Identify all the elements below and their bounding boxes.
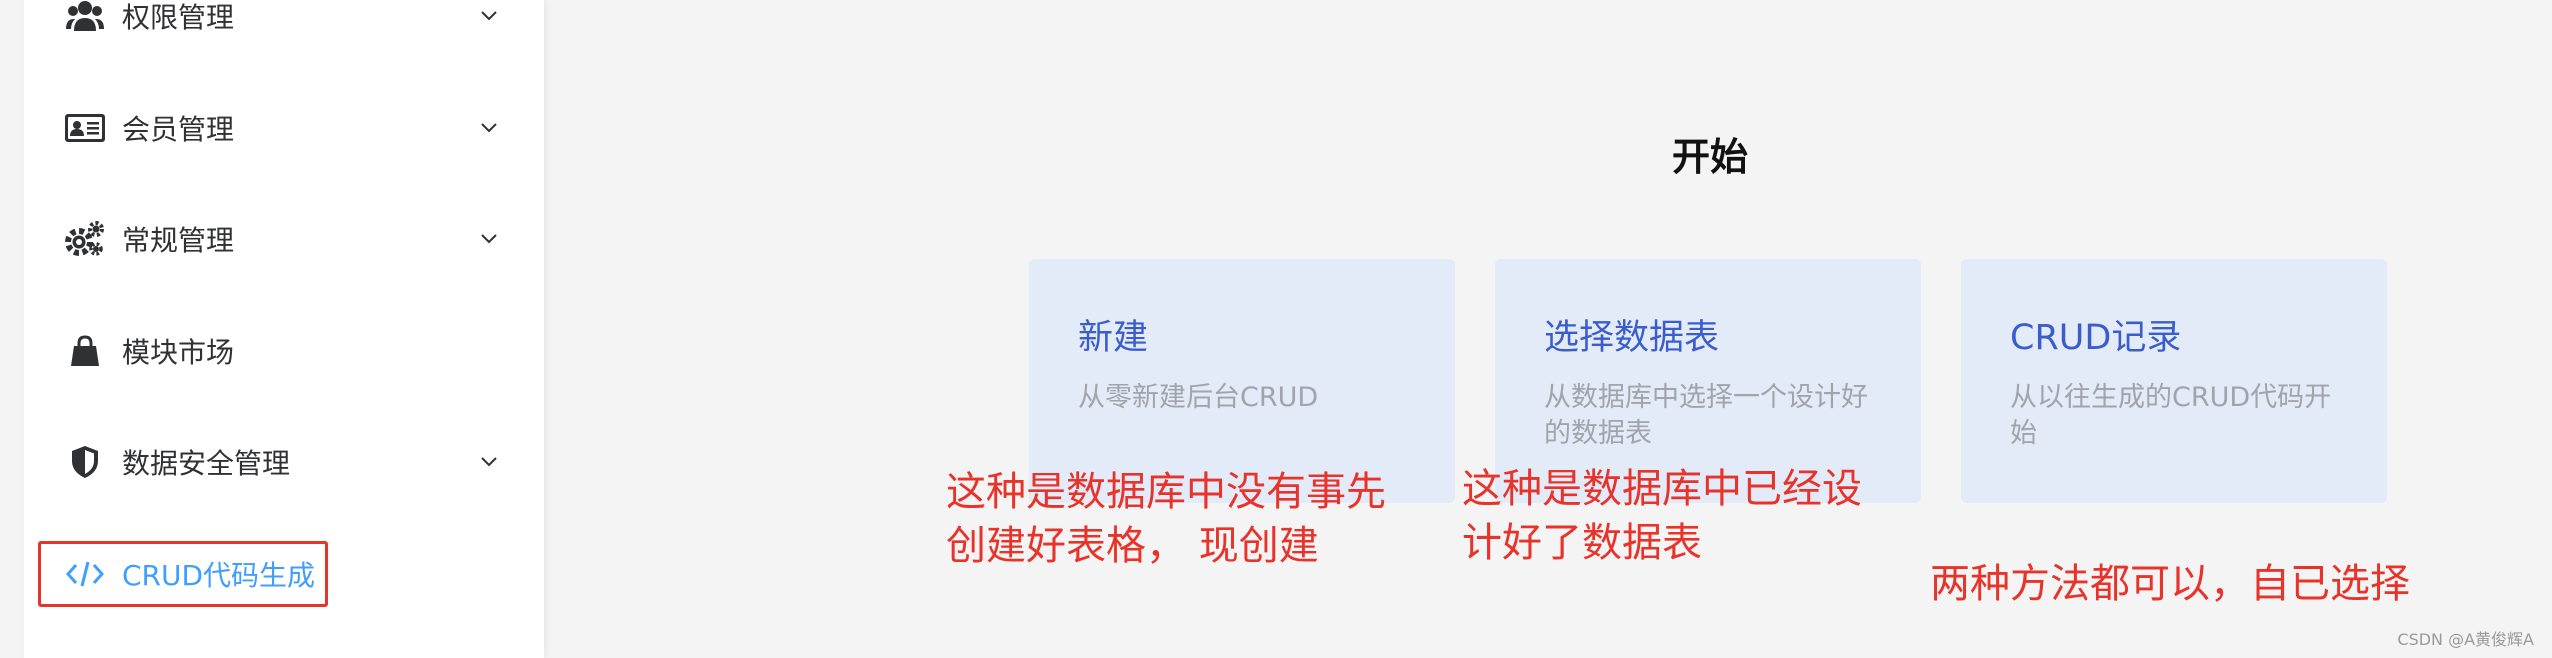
highlight-box: [38, 541, 328, 607]
sidebar-item-module-market[interactable]: 模块市场: [24, 311, 544, 391]
gears-icon: [64, 218, 106, 260]
annotation-line: 两种方法都可以，自已选择: [1930, 561, 2410, 607]
shopping-bag-icon: [64, 330, 106, 372]
annotation-line: 这种是数据库中没有事先: [946, 469, 1386, 515]
card-title: 新建: [1078, 318, 1149, 358]
chevron-down-icon: [476, 449, 502, 475]
card-title: 选择数据表: [1544, 318, 1720, 358]
annotation-select-table: 这种是数据库中已经设 计好了数据表: [1462, 462, 1862, 570]
chevron-down-icon: [476, 3, 502, 29]
sidebar-item-general[interactable]: 常规管理: [24, 199, 544, 279]
chevron-down-icon: [476, 115, 502, 141]
page-title: 开始: [1671, 135, 1748, 179]
shield-icon: [64, 441, 106, 483]
card-desc: 从以往生成的CRUD代码开始: [2010, 382, 2332, 449]
annotation-line: 这种是数据库中已经设: [1462, 466, 1862, 512]
sidebar-item-label: 数据安全管理: [122, 447, 291, 480]
card-crud-history[interactable]: CRUD记录 从以往生成的CRUD代码开始: [1961, 259, 2387, 503]
watermark: CSDN @A黄俊辉A: [2397, 630, 2534, 649]
sidebar-item-permissions[interactable]: 权限管理: [24, 0, 544, 56]
chevron-down-icon: [476, 226, 502, 252]
card-desc: 从零新建后台CRUD: [1078, 382, 1319, 413]
card-desc: 从数据库中选择一个设计好的数据表: [1544, 382, 1868, 449]
sidebar-item-label: 模块市场: [122, 336, 235, 369]
annotation-choice: 两种方法都可以，自已选择: [1930, 557, 2410, 611]
sidebar: 权限管理 会员管理 常规管理 模块市场 数据安全管理 CRUD代码生成: [24, 0, 544, 658]
sidebar-item-data-security[interactable]: 数据安全管理: [24, 422, 544, 502]
annotation-line: 计好了数据表: [1462, 520, 1702, 566]
users-icon: [64, 0, 106, 37]
annotation-new: 这种是数据库中没有事先 创建好表格， 现创建: [946, 465, 1386, 573]
annotation-line: 创建好表格， 现创建: [946, 523, 1319, 569]
id-card-icon: [64, 107, 106, 149]
sidebar-item-label: 权限管理: [122, 1, 235, 34]
sidebar-item-label: 会员管理: [122, 113, 235, 146]
sidebar-item-members[interactable]: 会员管理: [24, 88, 544, 168]
card-title: CRUD记录: [2010, 318, 2182, 358]
sidebar-item-label: 常规管理: [122, 224, 235, 257]
